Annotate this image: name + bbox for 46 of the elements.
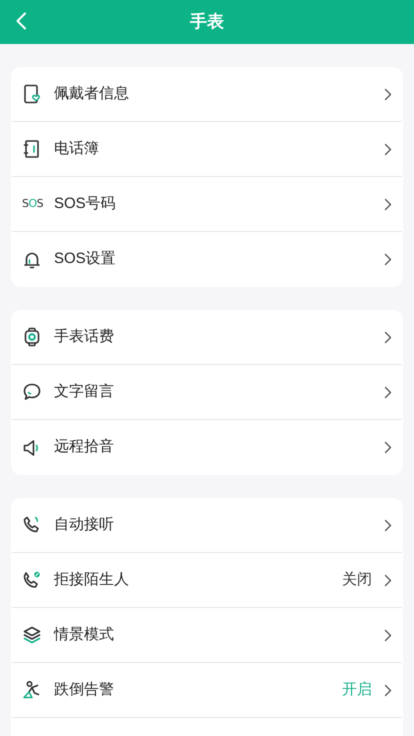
- settings-row[interactable]: 文字留言: [12, 365, 402, 420]
- bell-icon: [22, 250, 42, 270]
- settings-row[interactable]: 手表话费: [12, 310, 402, 365]
- settings-row[interactable]: 远程拾音: [12, 420, 402, 475]
- settings-row[interactable]: 拒接陌生人 关闭: [12, 553, 402, 608]
- row-label: 佩戴者信息: [54, 84, 129, 104]
- book-icon: [22, 139, 42, 159]
- settings-row[interactable]: 跌倒告警 开启: [12, 663, 402, 718]
- chevron-right-icon: [384, 684, 392, 696]
- chevron-right-icon: [384, 518, 392, 532]
- chevron-right-icon: [384, 198, 392, 210]
- row-label: 手表话费: [54, 326, 114, 347]
- row-label: 情景模式: [54, 624, 114, 645]
- row-label: 远程拾音: [54, 437, 114, 458]
- settings-row[interactable]: 电话簿: [12, 122, 402, 177]
- settings-row[interactable]: SOS SOS号码: [12, 177, 402, 232]
- phone-blocked-icon: [22, 570, 42, 590]
- chevron-right-icon: [384, 441, 392, 454]
- phone-icon: [22, 515, 42, 535]
- settings-row[interactable]: SOS设置: [12, 232, 402, 287]
- watch-icon: [22, 327, 42, 347]
- sos-icon: SOS: [22, 196, 42, 212]
- row-label: 电话簿: [54, 138, 99, 159]
- settings-row[interactable]: 自动接听: [12, 498, 402, 553]
- row-label: SOS号码: [54, 194, 116, 214]
- chevron-right-icon: [384, 574, 392, 586]
- row-label: 文字留言: [54, 382, 114, 402]
- settings-row[interactable]: 佩戴者信息: [12, 67, 402, 122]
- status-text: 开启: [342, 680, 372, 700]
- layers-icon: [22, 625, 42, 645]
- chevron-right-icon: [384, 142, 392, 156]
- chat-bubble-icon: [22, 382, 42, 402]
- row-label: 自动接听: [54, 514, 114, 535]
- chevron-right-icon: [384, 330, 392, 344]
- page-title: 手表: [190, 11, 224, 34]
- chevron-right-icon: [384, 628, 392, 642]
- status-text: 关闭: [342, 570, 372, 590]
- row-label: SOS设置: [54, 249, 116, 270]
- falling-person-icon: [22, 680, 42, 700]
- settings-row[interactable]: 情景模式: [12, 608, 402, 663]
- chevron-right-icon: [384, 386, 392, 398]
- chevron-right-icon: [384, 88, 392, 100]
- phone-heart-icon: [22, 84, 42, 104]
- chevron-right-icon: [384, 253, 392, 266]
- row-label: 跌倒告警: [54, 680, 114, 700]
- row-label: 拒接陌生人: [54, 570, 129, 590]
